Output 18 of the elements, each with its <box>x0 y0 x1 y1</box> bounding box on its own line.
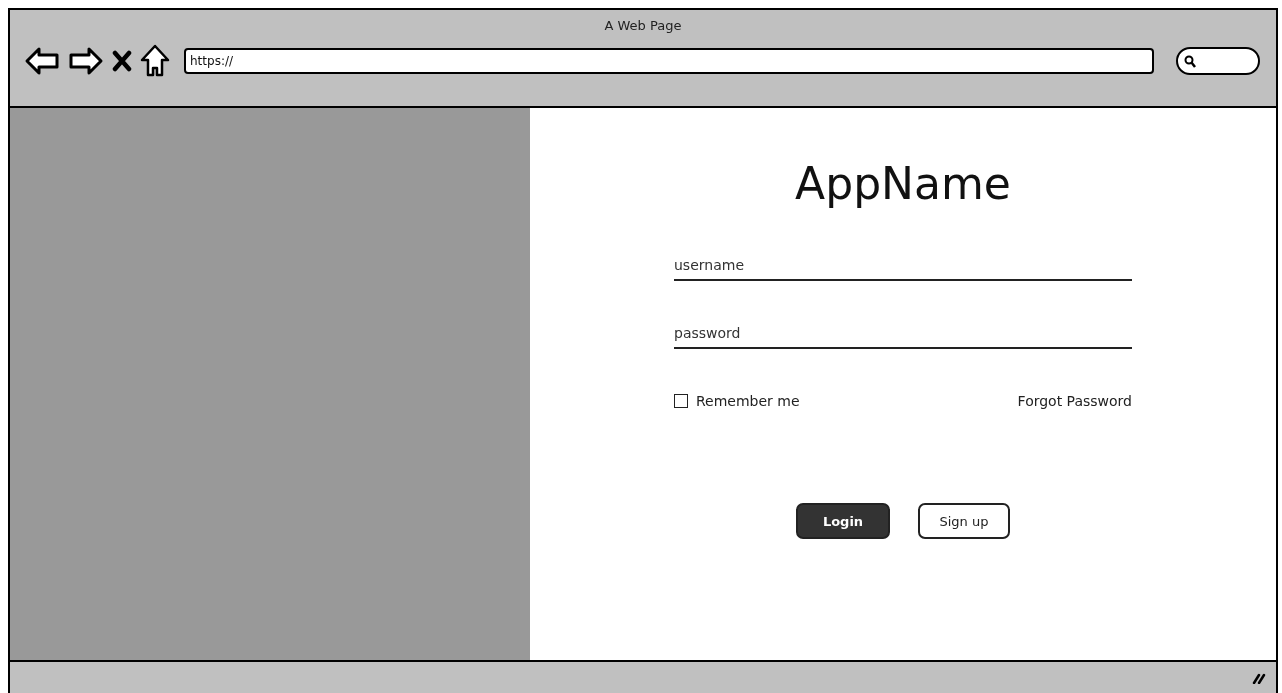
home-icon[interactable] <box>140 44 170 78</box>
app-name: AppName <box>795 158 1011 209</box>
input-field[interactable]: username <box>674 253 1132 281</box>
login-button[interactable]: Login <box>796 503 890 539</box>
close-icon[interactable] <box>112 50 132 72</box>
forward-icon[interactable] <box>68 46 104 76</box>
remember-checkbox[interactable]: Remember me <box>674 393 800 409</box>
checkbox-label: Remember me <box>696 393 800 409</box>
address-field[interactable]: https:// <box>184 48 1154 74</box>
back-icon[interactable] <box>24 46 60 76</box>
forgot-password-link[interactable]: Forgot Password <box>1017 393 1132 409</box>
input-field[interactable]: password <box>674 321 1132 349</box>
checkbox[interactable] <box>674 394 688 408</box>
signup-button[interactable]: Sign up <box>918 503 1010 539</box>
resize-grip-icon[interactable] <box>1252 671 1266 684</box>
window-title: A Web Page <box>604 18 682 33</box>
search-field[interactable] <box>1176 47 1260 75</box>
search-icon <box>1184 54 1196 68</box>
